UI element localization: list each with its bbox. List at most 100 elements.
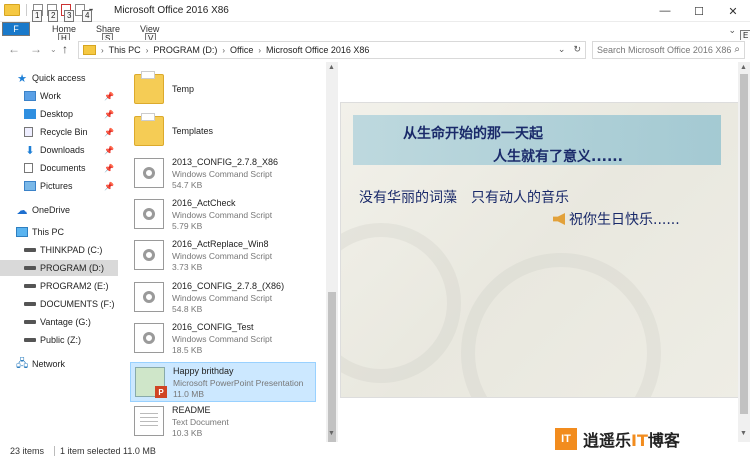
keytip-1: 1 <box>32 10 43 22</box>
nav-drive-d[interactable]: PROGRAM (D:) <box>0 260 118 276</box>
pin-icon: 📌 <box>104 181 114 191</box>
breadcrumb-this-pc[interactable]: This PC <box>109 45 141 55</box>
address-bar[interactable]: › This PC › PROGRAM (D:) › Office › Micr… <box>78 41 586 59</box>
nav-drive-e[interactable]: PROGRAM2 (E:) <box>0 278 118 294</box>
nav-onedrive[interactable]: ☁ OneDrive <box>0 202 118 218</box>
navigation-pane: ★ Quick access Work 📌 Desktop 📌 Recycle … <box>0 62 118 442</box>
search-input[interactable]: Search Microsoft Office 2016 X86 ⌕ <box>592 41 745 59</box>
scroll-down-icon[interactable]: ▼ <box>328 430 335 437</box>
drive-icon <box>24 266 36 270</box>
script-file-icon <box>134 158 164 188</box>
title-bar: ▾ 1 2 3 4 Microsoft Office 2016 X86 — ☐ … <box>0 0 750 22</box>
watermark-logo: IT <box>555 428 577 450</box>
pin-icon: 📌 <box>104 127 114 137</box>
pictures-icon <box>24 181 36 191</box>
slide-line-1: 从生命开始的那一天起 <box>403 126 543 142</box>
list-item[interactable]: Temp <box>130 70 316 110</box>
script-file-icon <box>134 282 164 312</box>
preview-scrollbar[interactable]: ▲ ▼ <box>738 62 750 442</box>
nav-drive-z[interactable]: Public (Z:) <box>0 332 118 348</box>
drive-icon <box>24 320 36 324</box>
list-item[interactable]: 2016_ActReplace_Win8 Windows Command Scr… <box>130 236 316 276</box>
close-button[interactable]: ✕ <box>716 0 750 22</box>
file-list: Temp Templates 2013_CONFIG_2.7.8_X86 Win… <box>118 62 338 442</box>
folder-icon <box>4 4 20 16</box>
script-file-icon <box>134 199 164 229</box>
selected-size: 11.0 MB <box>123 445 156 456</box>
nav-item-desktop[interactable]: Desktop 📌 <box>0 106 118 122</box>
folder-icon <box>24 91 36 101</box>
search-placeholder: Search Microsoft Office 2016 X86 <box>597 45 732 55</box>
minimize-button[interactable]: — <box>648 0 682 22</box>
pin-icon: 📌 <box>104 145 114 155</box>
nav-drive-f[interactable]: DOCUMENTS (F:) <box>0 296 118 312</box>
nav-this-pc[interactable]: This PC <box>0 224 118 240</box>
nav-quick-access[interactable]: ★ Quick access <box>0 70 118 86</box>
list-item-selected[interactable]: P Happy brithday Microsoft PowerPoint Pr… <box>130 362 316 402</box>
nav-drive-g[interactable]: Vantage (G:) <box>0 314 118 330</box>
window-controls: — ☐ ✕ <box>648 0 750 22</box>
document-icon <box>24 163 33 173</box>
up-arrow-icon[interactable]: ↑ <box>62 42 68 56</box>
scroll-up-icon[interactable]: ▲ <box>740 64 747 71</box>
list-item[interactable]: README Text Document 10.3 KB <box>130 402 316 442</box>
slide-preview: 从生命开始的那一天起 人生就有了意义...... 没有华丽的词藻 只有动人的音乐… <box>340 102 742 398</box>
scrollbar-thumb[interactable] <box>740 74 748 414</box>
address-row: ← → ⌄ ↑ › This PC › PROGRAM (D:) › Offic… <box>0 40 750 60</box>
cloud-icon: ☁ <box>16 204 28 217</box>
nav-item-recycle-bin[interactable]: Recycle Bin 📌 <box>0 124 118 140</box>
forward-arrow-icon[interactable]: → <box>30 42 42 56</box>
list-item[interactable]: 2013_CONFIG_2.7.8_X86 Windows Command Sc… <box>130 154 316 194</box>
file-list-scrollbar[interactable]: ▲ ▼ <box>326 62 338 459</box>
scroll-up-icon[interactable]: ▲ <box>328 64 335 71</box>
nav-item-work[interactable]: Work 📌 <box>0 88 118 104</box>
drive-icon <box>24 248 36 252</box>
keytip-3: 3 <box>64 10 75 22</box>
keytip-2: 2 <box>48 10 59 22</box>
breadcrumb-program-d[interactable]: PROGRAM (D:) <box>153 45 217 55</box>
preview-pane: 从生命开始的那一天起 人生就有了意义...... 没有华丽的词藻 只有动人的音乐… <box>340 62 742 442</box>
recent-locations-icon[interactable]: ⌄ <box>50 45 57 54</box>
star-icon: ★ <box>17 72 27 85</box>
computer-icon <box>16 227 28 237</box>
item-count: 23 items <box>10 445 45 456</box>
nav-network[interactable]: 🖧 Network <box>0 356 118 372</box>
powerpoint-file-icon: P <box>135 367 167 398</box>
expand-ribbon-icon[interactable]: ⌄ <box>728 25 736 36</box>
list-item[interactable]: 2016_CONFIG_Test Windows Command Script … <box>130 319 316 359</box>
nav-item-pictures[interactable]: Pictures 📌 <box>0 178 118 194</box>
watermark: IT 逍遥乐IT博客 <box>555 427 680 451</box>
refresh-icon[interactable]: ↻ <box>573 44 581 55</box>
recycle-bin-icon <box>24 127 33 137</box>
pin-icon: 📌 <box>104 163 114 173</box>
tab-file[interactable]: F <box>2 22 30 36</box>
list-item[interactable]: 2016_CONFIG_2.7.8_(X86) Windows Command … <box>130 278 316 318</box>
list-item[interactable]: Templates <box>130 112 316 152</box>
speaker-icon <box>553 213 565 225</box>
script-file-icon <box>134 323 164 353</box>
breadcrumb-office-2016[interactable]: Microsoft Office 2016 X86 <box>266 45 369 55</box>
back-arrow-icon[interactable]: ← <box>8 42 20 56</box>
slide-line-2: 人生就有了意义...... <box>493 149 623 165</box>
script-file-icon <box>134 240 164 270</box>
nav-item-documents[interactable]: Documents 📌 <box>0 160 118 176</box>
scroll-down-icon[interactable]: ▼ <box>740 430 747 437</box>
pin-icon: 📌 <box>104 109 114 119</box>
drive-icon <box>24 338 36 342</box>
breadcrumb-office[interactable]: Office <box>230 45 253 55</box>
network-icon: 🖧 <box>16 357 29 370</box>
download-icon: ⬇ <box>25 144 35 157</box>
keytip-4: 4 <box>82 10 93 22</box>
address-dropdown-icon[interactable]: ⌄ <box>558 44 566 55</box>
slide-line-3: 没有华丽的词藻 只有动人的音乐 <box>359 190 569 206</box>
desktop-icon <box>24 109 36 119</box>
list-item[interactable]: 2016_ActCheck Windows Command Script 5.7… <box>130 195 316 235</box>
selected-count: 1 item selected <box>60 445 121 456</box>
folder-icon <box>134 113 164 146</box>
folder-icon <box>83 45 96 55</box>
drive-icon <box>24 284 36 288</box>
nav-item-downloads[interactable]: ⬇ Downloads 📌 <box>0 142 118 158</box>
maximize-button[interactable]: ☐ <box>682 0 716 22</box>
nav-drive-c[interactable]: THINKPAD (C:) <box>0 242 118 258</box>
search-icon: ⌕ <box>734 44 740 55</box>
